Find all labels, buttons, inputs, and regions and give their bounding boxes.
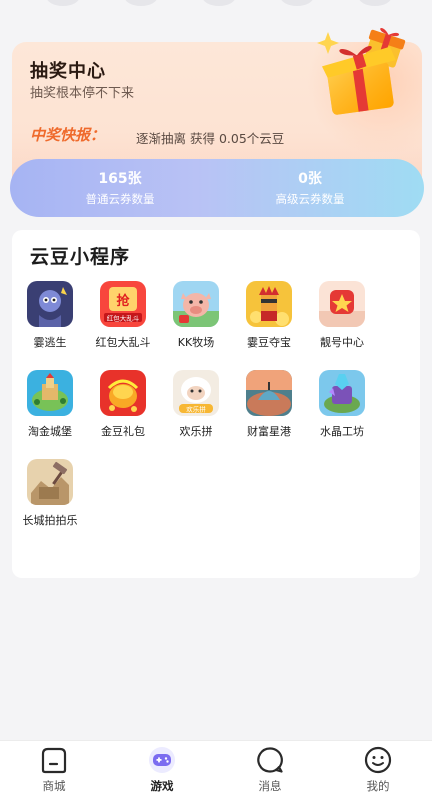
app-item[interactable]: 财富星港 bbox=[233, 370, 305, 439]
app-name: 水晶工坊 bbox=[320, 425, 364, 438]
shop-icon bbox=[41, 747, 67, 774]
gift-box-icon bbox=[317, 28, 406, 115]
app-name: 霎豆夺宝 bbox=[247, 336, 291, 349]
game-icon bbox=[149, 747, 175, 773]
mini-programs-title: 云豆小程序 bbox=[30, 246, 131, 268]
app-name: 霎逃生 bbox=[33, 336, 67, 349]
app-name: 财富星港 bbox=[247, 425, 291, 438]
red-packet-battle-icon: 抢 红包大乱斗 bbox=[100, 281, 146, 327]
premium-coupon-label: 高级云券数量 bbox=[275, 192, 345, 206]
app-item[interactable]: KK牧场 bbox=[160, 281, 232, 350]
gold-bean-gift-icon bbox=[100, 370, 146, 416]
app-name: 靓号中心 bbox=[320, 336, 364, 349]
app-name: 金豆礼包 bbox=[101, 425, 145, 438]
tab-profile-label: 我的 bbox=[366, 779, 390, 793]
wealth-star-port-icon bbox=[246, 370, 292, 416]
winning-news-text: 逐渐抽离 获得 0.05个云豆 bbox=[136, 131, 285, 146]
tab-profile[interactable]: 我的 bbox=[324, 741, 432, 800]
app-name: KK牧场 bbox=[177, 336, 215, 349]
crystal-workshop-icon bbox=[319, 370, 365, 416]
top-icon-row-partial bbox=[0, 0, 432, 8]
app-name: 淘金城堡 bbox=[28, 425, 72, 438]
happy-puzzle-icon: 欢乐拼 bbox=[173, 370, 219, 416]
red-packet-icon-caption: 红包大乱斗 bbox=[107, 314, 140, 323]
tab-message-label: 消息 bbox=[258, 779, 282, 793]
mini-programs-card: 云豆小程序 霎逃生 抢 红包大乱斗 红包大乱斗 KK牧场 霎豆夺宝 靓号中心 淘… bbox=[12, 230, 420, 578]
happy-puzzle-icon-caption: 欢乐拼 bbox=[186, 405, 206, 414]
tab-game[interactable]: 游戏 bbox=[108, 741, 216, 800]
normal-coupon-label: 普通云券数量 bbox=[85, 192, 155, 206]
lottery-title: 抽奖中心 bbox=[30, 61, 106, 82]
bottom-tab-bar: 商城 游戏 消息 我的 bbox=[0, 740, 432, 800]
lottery-center-card[interactable]: 抽奖中心 抽奖根本停不下来 中奖快报： 逐渐抽离 获得 0.05个云豆 165张… bbox=[10, 28, 424, 217]
message-icon bbox=[257, 747, 283, 773]
app-item[interactable]: 抢 红包大乱斗 红包大乱斗 bbox=[87, 281, 159, 350]
profile-icon bbox=[364, 746, 392, 774]
tab-message[interactable]: 消息 bbox=[216, 741, 324, 800]
app-name: 红包大乱斗 bbox=[95, 336, 151, 349]
app-item[interactable]: 霎豆夺宝 bbox=[233, 281, 305, 350]
winning-news-label: 中奖快报： bbox=[30, 126, 106, 144]
app-name: 欢乐拼 bbox=[179, 425, 213, 438]
normal-coupon-number: 165张 bbox=[98, 171, 142, 187]
lottery-subtitle: 抽奖根本停不下来 bbox=[30, 86, 135, 101]
great-wall-auction-icon bbox=[27, 459, 73, 505]
app-item[interactable]: 霎逃生 bbox=[14, 281, 86, 350]
escape-game-icon bbox=[27, 281, 73, 327]
app-item[interactable]: 欢乐拼 欢乐拼 bbox=[160, 370, 232, 439]
app-item[interactable]: 淘金城堡 bbox=[14, 370, 86, 439]
kk-ranch-icon bbox=[173, 281, 219, 327]
gold-castle-icon bbox=[27, 370, 73, 416]
app-item[interactable]: 金豆礼包 bbox=[87, 370, 159, 439]
tab-game-label: 游戏 bbox=[150, 779, 174, 793]
premium-coupon-number: 0张 bbox=[298, 171, 322, 187]
vip-number-icon bbox=[319, 281, 365, 327]
premium-coupon-count[interactable]: 0张 高级云券数量 bbox=[210, 159, 410, 217]
treasure-hunt-icon bbox=[246, 281, 292, 327]
app-name: 长城拍拍乐 bbox=[22, 514, 78, 527]
normal-coupon-count[interactable]: 165张 普通云券数量 bbox=[20, 159, 220, 217]
app-item[interactable]: 靓号中心 bbox=[306, 281, 378, 350]
tab-shop-label: 商城 bbox=[42, 779, 66, 793]
coupon-summary-bar[interactable]: 165张 普通云券数量 0张 高级云券数量 bbox=[10, 159, 424, 217]
app-item[interactable]: 水晶工坊 bbox=[306, 370, 378, 439]
tab-shop[interactable]: 商城 bbox=[0, 741, 108, 800]
app-item[interactable]: 长城拍拍乐 bbox=[14, 459, 86, 528]
red-packet-icon-glyph: 抢 bbox=[116, 293, 130, 309]
